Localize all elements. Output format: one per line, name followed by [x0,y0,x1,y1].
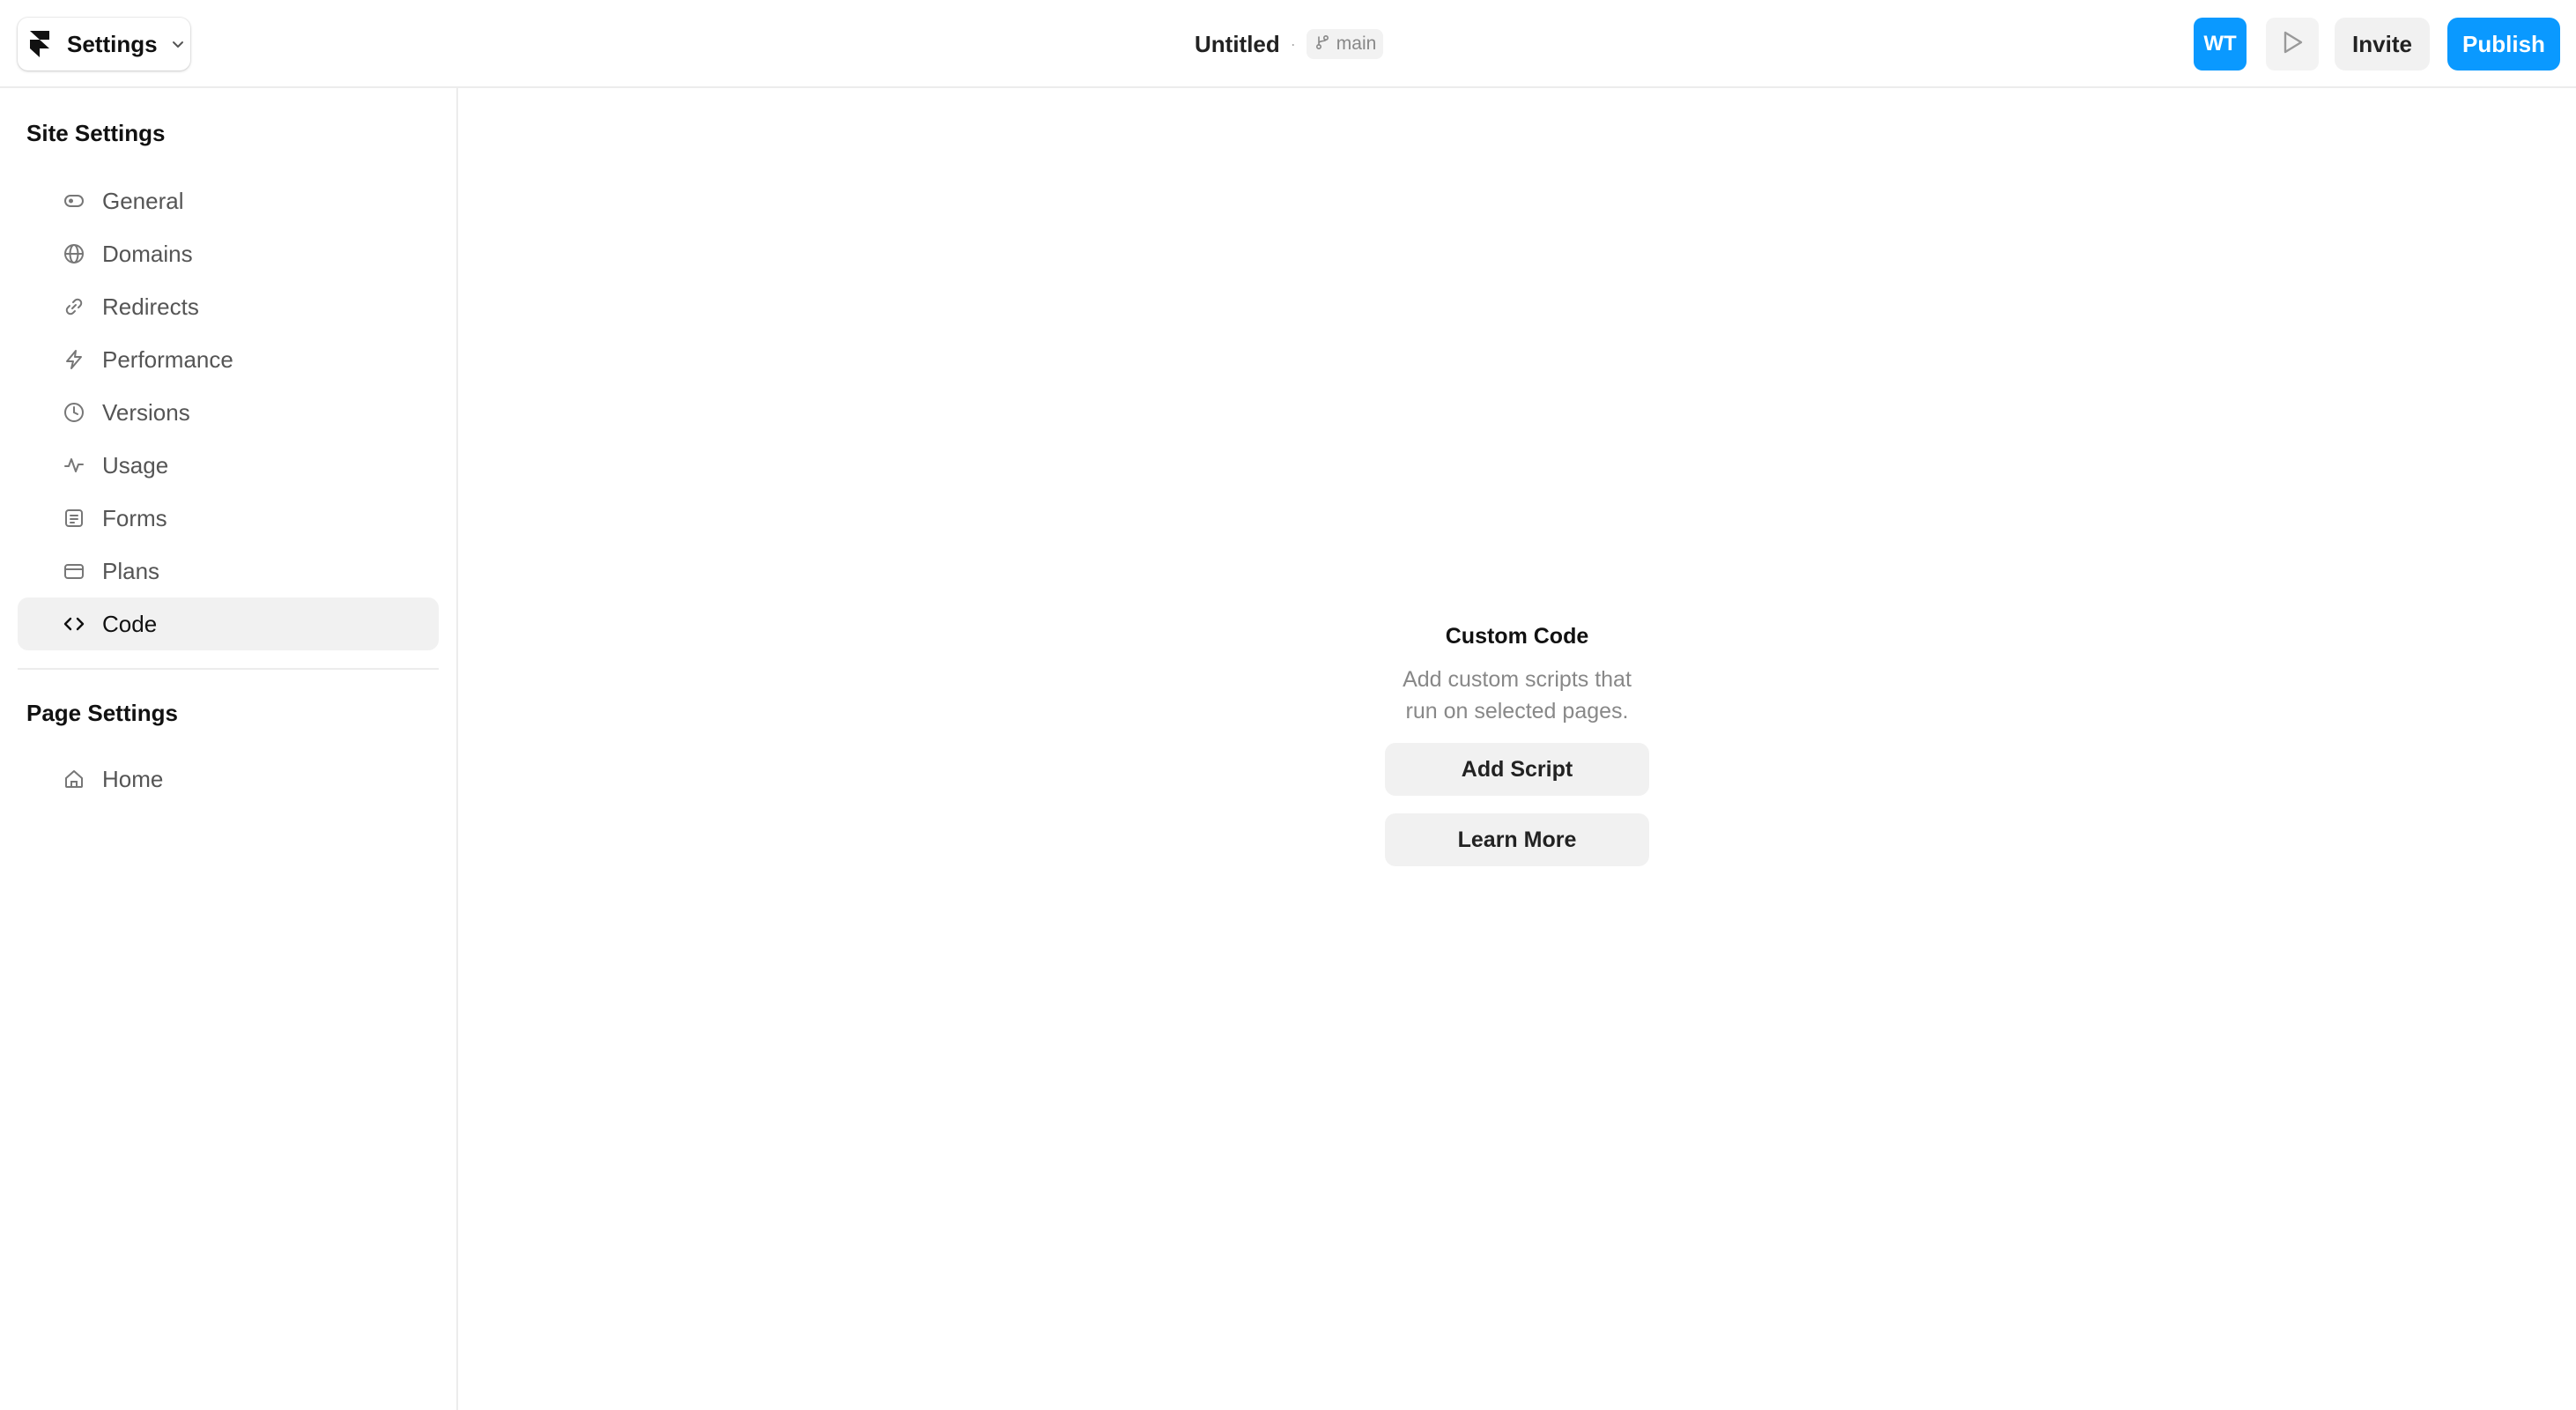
sidebar-item-usage[interactable]: Usage [18,439,439,492]
sidebar-item-home[interactable]: Home [18,753,439,805]
sidebar-item-label: Plans [102,557,160,584]
sidebar-item-performance[interactable]: Performance [18,333,439,386]
title-separator: · [1290,34,1296,53]
settings-menu-label: Settings [67,30,158,57]
sidebar-item-label: Usage [102,451,169,479]
branch-name: main [1336,33,1377,54]
project-title-group: Untitled · main [1195,26,1384,62]
site-settings-heading: Site Settings [26,120,166,146]
card-icon [62,559,86,583]
sidebar-item-label: Code [102,610,158,637]
framer-logo-icon [30,30,55,58]
preview-button[interactable] [2266,18,2319,70]
user-avatar[interactable]: WT [2194,18,2247,70]
sidebar-item-label: Forms [102,504,167,531]
sidebar-divider [18,668,439,670]
settings-menu-button[interactable]: Settings [18,18,190,70]
branch-badge[interactable]: main [1306,29,1384,59]
sidebar-item-plans[interactable]: Plans [18,545,439,597]
sidebar-item-label: General [102,187,184,214]
publish-button[interactable]: Publish [2447,18,2560,70]
sidebar-item-label: Domains [102,240,193,267]
activity-icon [62,453,86,478]
code-icon [62,612,86,636]
link-icon [62,294,86,319]
invite-button[interactable]: Invite [2335,18,2430,70]
branch-icon [1314,33,1331,56]
settings-sidebar: Site Settings General Domains Redirects … [0,88,458,1410]
sidebar-item-label: Redirects [102,293,199,320]
sidebar-item-general[interactable]: General [18,174,439,227]
empty-state-description: Add custom scripts that run on selected … [1403,667,1632,724]
project-title[interactable]: Untitled [1195,31,1280,58]
sidebar-item-versions[interactable]: Versions [18,386,439,439]
top-bar: Settings Untitled · main WT Invite Publi… [0,0,2576,88]
bolt-icon [62,347,86,372]
globe-icon [62,241,86,266]
empty-state-title: Custom Code [1445,624,1589,649]
sidebar-item-label: Performance [102,345,233,373]
sidebar-item-redirects[interactable]: Redirects [18,280,439,333]
learn-more-button[interactable]: Learn More [1385,813,1649,866]
sidebar-item-label: Home [102,765,164,792]
sidebar-item-forms[interactable]: Forms [18,492,439,545]
clock-icon [62,400,86,425]
play-icon [2280,29,2305,60]
custom-code-empty-state: Custom Code Add custom scripts that run … [1385,617,1649,866]
sidebar-item-label: Versions [102,398,190,426]
toggle-icon [62,189,86,213]
form-icon [62,506,86,531]
sidebar-item-code[interactable]: Code [18,597,439,650]
sidebar-item-domains[interactable]: Domains [18,227,439,280]
add-script-button[interactable]: Add Script [1385,743,1649,796]
chevron-down-icon [170,36,186,52]
home-icon [62,767,86,791]
page-settings-heading: Page Settings [26,700,178,726]
